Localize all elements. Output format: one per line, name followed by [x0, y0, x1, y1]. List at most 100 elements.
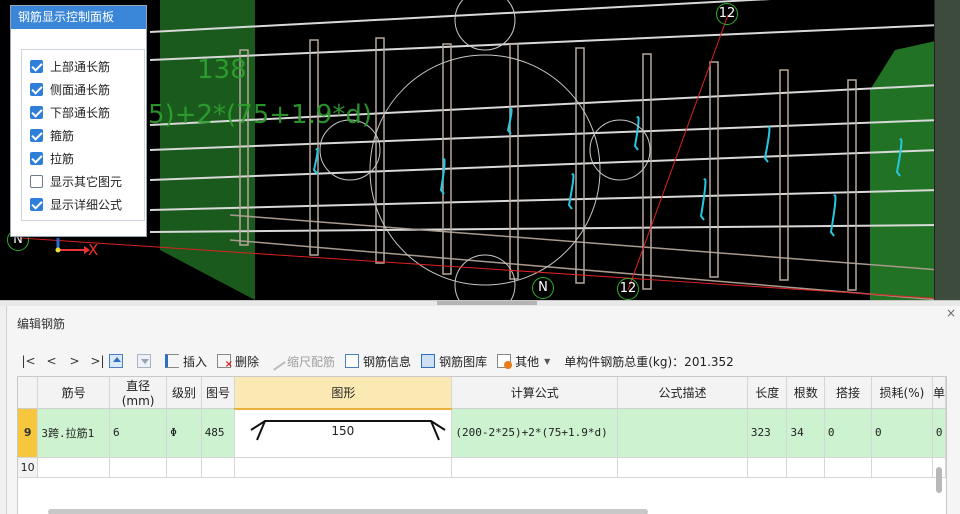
first-record-button[interactable]: |< [17, 354, 40, 368]
cell-bar-no[interactable]: 3跨.拉筋1 [37, 408, 110, 458]
horizontal-scrollbar[interactable] [48, 509, 648, 514]
checkbox-checked-icon[interactable] [30, 60, 43, 73]
row-number[interactable]: 10 [18, 457, 39, 478]
view-tools-strip[interactable] [934, 0, 960, 300]
delete-button[interactable]: × 删除 [217, 353, 259, 370]
delete-label: 删除 [235, 354, 260, 369]
document-icon [345, 354, 360, 368]
cell-length[interactable]: 323 [747, 408, 788, 458]
shape-dimension[interactable]: 150 [331, 424, 354, 438]
col-header-diameter[interactable]: 直径(mm) [109, 377, 168, 409]
table-row[interactable]: 10 [18, 457, 946, 478]
empty-cell[interactable] [871, 457, 933, 478]
rebar-info-label: 钢筋信息 [363, 354, 412, 369]
close-icon[interactable]: × [946, 306, 956, 320]
col-header-rownum [18, 377, 39, 409]
col-header-fig-no[interactable]: 图号 [201, 377, 236, 409]
option-top-long-bar[interactable]: 上部通长筋 [30, 55, 144, 78]
chevron-down-icon: ▼ [544, 356, 551, 366]
empty-cell[interactable] [617, 457, 748, 478]
panel-title[interactable]: 钢筋显示控制面板 [11, 6, 146, 29]
insert-button[interactable]: 插入 [165, 353, 207, 370]
empty-cell[interactable] [201, 457, 236, 478]
axis-node-n-bottom: N [532, 277, 554, 299]
cell-shape[interactable]: 150 [234, 408, 453, 458]
edit-toolbar: |< < > >| 插入 × 删除 缩尺配筋 钢筋信息 钢筋图库 其他 ▼ 单构件钢… [17, 350, 734, 372]
option-show-detailed-formula[interactable]: 显示详细公式 [30, 193, 144, 216]
empty-cell[interactable] [786, 457, 825, 478]
cell-loss[interactable]: 0 [871, 408, 933, 458]
option-label: 上部通长筋 [50, 60, 111, 74]
cell-lap[interactable]: 0 [824, 408, 872, 458]
total-weight-text: 单构件钢筋总重(kg)：201.352 [564, 354, 734, 369]
empty-cell[interactable] [824, 457, 872, 478]
cell-count[interactable]: 34 [786, 408, 825, 458]
rebar-library-button[interactable]: 钢筋图库 [421, 353, 487, 370]
col-header-length[interactable]: 长度 [747, 377, 788, 409]
move-down-button[interactable] [137, 354, 155, 368]
edit-rebar-panel: 编辑钢筋 × |< < > >| 插入 × 删除 缩尺配筋 钢筋信息 钢筋图库 其… [6, 306, 960, 514]
cell-grade[interactable]: Φ [166, 408, 202, 458]
cell-formula[interactable]: (200-2*25)+2*(75+1.9*d) [451, 408, 619, 458]
ruler-rebar-button[interactable]: 缩尺配筋 [266, 351, 335, 371]
insert-label: 插入 [183, 354, 208, 369]
other-label: 其他 [515, 354, 540, 369]
checkbox-checked-icon[interactable] [30, 152, 43, 165]
arrow-down-icon [137, 354, 151, 368]
rebar-library-label: 钢筋图库 [439, 354, 488, 369]
empty-cell[interactable] [234, 457, 453, 478]
cell-diameter[interactable]: 6 [109, 408, 168, 458]
empty-cell[interactable] [166, 457, 202, 478]
option-label: 显示详细公式 [50, 198, 123, 212]
axis-node-12-top: 12 [716, 3, 738, 25]
axis-node-12-bottom: 12 [617, 278, 639, 300]
rebar-info-button[interactable]: 钢筋信息 [345, 353, 411, 370]
prev-record-button[interactable]: < [40, 354, 63, 368]
row-number[interactable]: 9 [18, 408, 39, 458]
empty-cell[interactable] [451, 457, 619, 478]
library-icon [421, 354, 436, 368]
empty-cell[interactable] [37, 457, 110, 478]
empty-cell[interactable] [109, 457, 168, 478]
col-header-formula-desc[interactable]: 公式描述 [617, 377, 748, 409]
col-header-count[interactable]: 根数 [786, 377, 825, 409]
insert-row-icon [165, 354, 179, 368]
option-label: 显示其它图元 [50, 175, 123, 189]
col-header-lap[interactable]: 搭接 [824, 377, 872, 409]
option-tie-bar[interactable]: 拉筋 [30, 147, 144, 170]
col-header-bar-no[interactable]: 筋号 [37, 377, 110, 409]
checkbox-checked-icon[interactable] [30, 198, 43, 211]
option-show-other-elements[interactable]: 显示其它图元 [30, 170, 144, 193]
cell-extra[interactable]: 0 [932, 408, 946, 458]
col-header-formula[interactable]: 计算公式 [451, 377, 619, 409]
option-label: 侧面通长筋 [50, 83, 111, 97]
checkbox-unchecked-icon[interactable] [30, 175, 43, 188]
last-record-button[interactable]: >| [86, 354, 109, 368]
move-up-button[interactable] [109, 354, 127, 368]
col-header-grade[interactable]: 级别 [166, 377, 202, 409]
col-header-extra[interactable]: 单 [932, 377, 946, 409]
checkbox-checked-icon[interactable] [30, 83, 43, 96]
next-record-button[interactable]: > [63, 354, 86, 368]
vertical-scrollbar[interactable] [936, 467, 942, 493]
options-box: 上部通长筋 侧面通长筋 下部通长筋 箍筋 拉筋 显示其它图元 显示详细公式 [21, 49, 145, 221]
checkbox-checked-icon[interactable] [30, 106, 43, 119]
col-header-loss[interactable]: 损耗(%) [871, 377, 933, 409]
3d-viewport[interactable]: 138 5)+2*(75+1.9*d) 12 12 N N X 钢筋显示控制面板… [0, 0, 960, 300]
option-label: 拉筋 [50, 152, 75, 166]
overlay-length-text: 138 [197, 55, 247, 85]
rebar-display-control-panel: 钢筋显示控制面板 上部通长筋 侧面通长筋 下部通长筋 箍筋 拉筋 显示其它图元 … [10, 5, 147, 237]
table-row[interactable]: 9 3跨.拉筋1 6 Φ 485 150 (200-2*25)+2*(75+1.… [18, 408, 946, 458]
cell-formula-desc[interactable] [617, 408, 748, 458]
ruler-icon [266, 351, 286, 371]
checkbox-checked-icon[interactable] [30, 129, 43, 142]
cell-fig-no[interactable]: 485 [201, 408, 236, 458]
col-header-shape[interactable]: 图形 [234, 377, 453, 410]
splitter-grip[interactable] [437, 301, 537, 305]
option-label: 箍筋 [50, 129, 75, 143]
option-side-long-bar[interactable]: 侧面通长筋 [30, 78, 144, 101]
option-bottom-long-bar[interactable]: 下部通长筋 [30, 101, 144, 124]
option-stirrup[interactable]: 箍筋 [30, 124, 144, 147]
empty-cell[interactable] [747, 457, 788, 478]
other-menu-button[interactable]: 其他 ▼ [497, 353, 550, 370]
